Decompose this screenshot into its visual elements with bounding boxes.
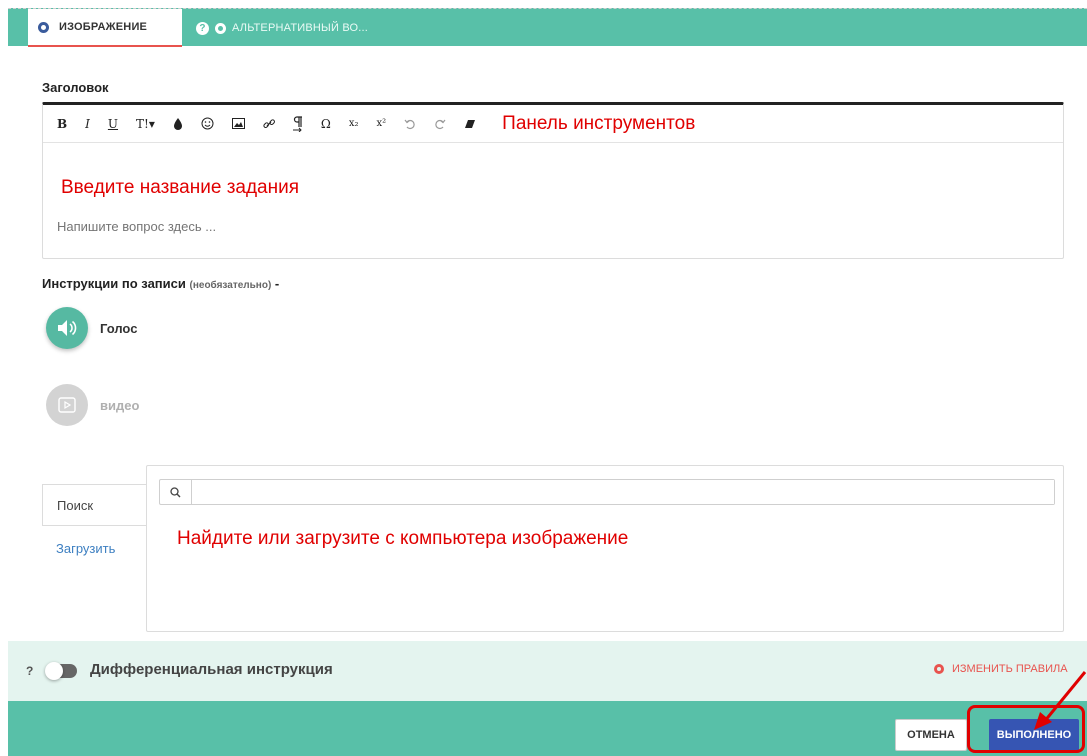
paragraph-icon[interactable]	[292, 115, 303, 132]
question-input[interactable]	[57, 219, 1037, 234]
video-label: видео	[100, 397, 140, 413]
optional-label: (необязательно)	[189, 280, 272, 291]
subscript-button[interactable]: x₂	[349, 118, 359, 129]
recording-instructions-heading: Инструкции по записи (необязательно) -	[42, 276, 279, 291]
title-editor: B I U T!▾ Ω x₂ x² Панель инструментов Вв…	[42, 102, 1064, 259]
tab-bar: ИЗОБРАЖЕНИЕ ? АЛЬТЕРНАТИВНЫЙ ВО...	[8, 8, 1087, 47]
link-icon[interactable]	[263, 118, 275, 130]
undo-icon[interactable]	[404, 118, 416, 130]
editor-toolbar: B I U T!▾ Ω x₂ x² Панель инструментов	[43, 105, 1063, 143]
image-search-input[interactable]	[192, 480, 1054, 504]
redo-icon[interactable]	[434, 118, 446, 130]
search-bar	[159, 479, 1055, 505]
tab-image[interactable]: ИЗОБРАЖЕНИЕ	[28, 9, 182, 47]
search-icon[interactable]	[160, 480, 192, 504]
help-icon[interactable]: ?	[196, 21, 209, 35]
underline-button[interactable]: U	[108, 117, 118, 131]
superscript-button[interactable]: x²	[377, 118, 387, 129]
tab-upload[interactable]: Загрузить	[42, 526, 146, 570]
instructions-label: Инструкции по записи	[42, 276, 186, 291]
cancel-button[interactable]: ОТМЕНА	[895, 719, 967, 751]
title-label: Заголовок	[42, 80, 109, 95]
speaker-icon	[46, 307, 88, 349]
voice-recording-button[interactable]: Голос	[46, 307, 137, 349]
image-search-panel: Найдите или загрузите с компьютера изобр…	[146, 465, 1064, 632]
differential-instruction-bar: ? Дифференциальная инструкция ИЗМЕНИТЬ П…	[8, 641, 1087, 701]
toolbar-annotation: Панель инструментов	[502, 112, 696, 134]
emoji-icon[interactable]	[201, 117, 214, 130]
image-source-tabs: Поиск Загрузить	[42, 484, 146, 570]
image-annotation: Найдите или загрузите с компьютера изобр…	[177, 528, 629, 549]
tab-alternative-label: АЛЬТЕРНАТИВНЫЙ ВО...	[232, 22, 369, 34]
italic-button[interactable]: I	[85, 117, 90, 131]
instructions-suffix: -	[274, 276, 280, 291]
image-icon[interactable]	[231, 118, 245, 129]
tab-image-label: ИЗОБРАЖЕНИЕ	[59, 21, 148, 33]
differential-label: Дифференциальная инструкция	[90, 661, 333, 678]
eraser-icon[interactable]	[464, 119, 476, 129]
video-recording-button[interactable]: видео	[46, 384, 139, 426]
gear-icon	[38, 21, 49, 33]
gear-icon	[934, 664, 944, 674]
color-icon[interactable]	[173, 117, 183, 130]
differential-toggle[interactable]	[45, 662, 77, 680]
differential-help-icon[interactable]: ?	[26, 664, 33, 678]
pointer-arrow-icon	[1034, 671, 1087, 730]
tab-search[interactable]: Поиск	[42, 484, 146, 526]
video-icon	[46, 384, 88, 426]
bold-button[interactable]: B	[57, 117, 67, 131]
omega-button[interactable]: Ω	[321, 117, 331, 131]
title-annotation: Введите название задания	[61, 177, 300, 198]
gear-icon	[215, 22, 226, 34]
text-size-button[interactable]: T!▾	[136, 117, 155, 131]
tab-alternative[interactable]: ? АЛЬТЕРНАТИВНЫЙ ВО...	[196, 9, 368, 47]
voice-label: Голос	[100, 320, 138, 336]
